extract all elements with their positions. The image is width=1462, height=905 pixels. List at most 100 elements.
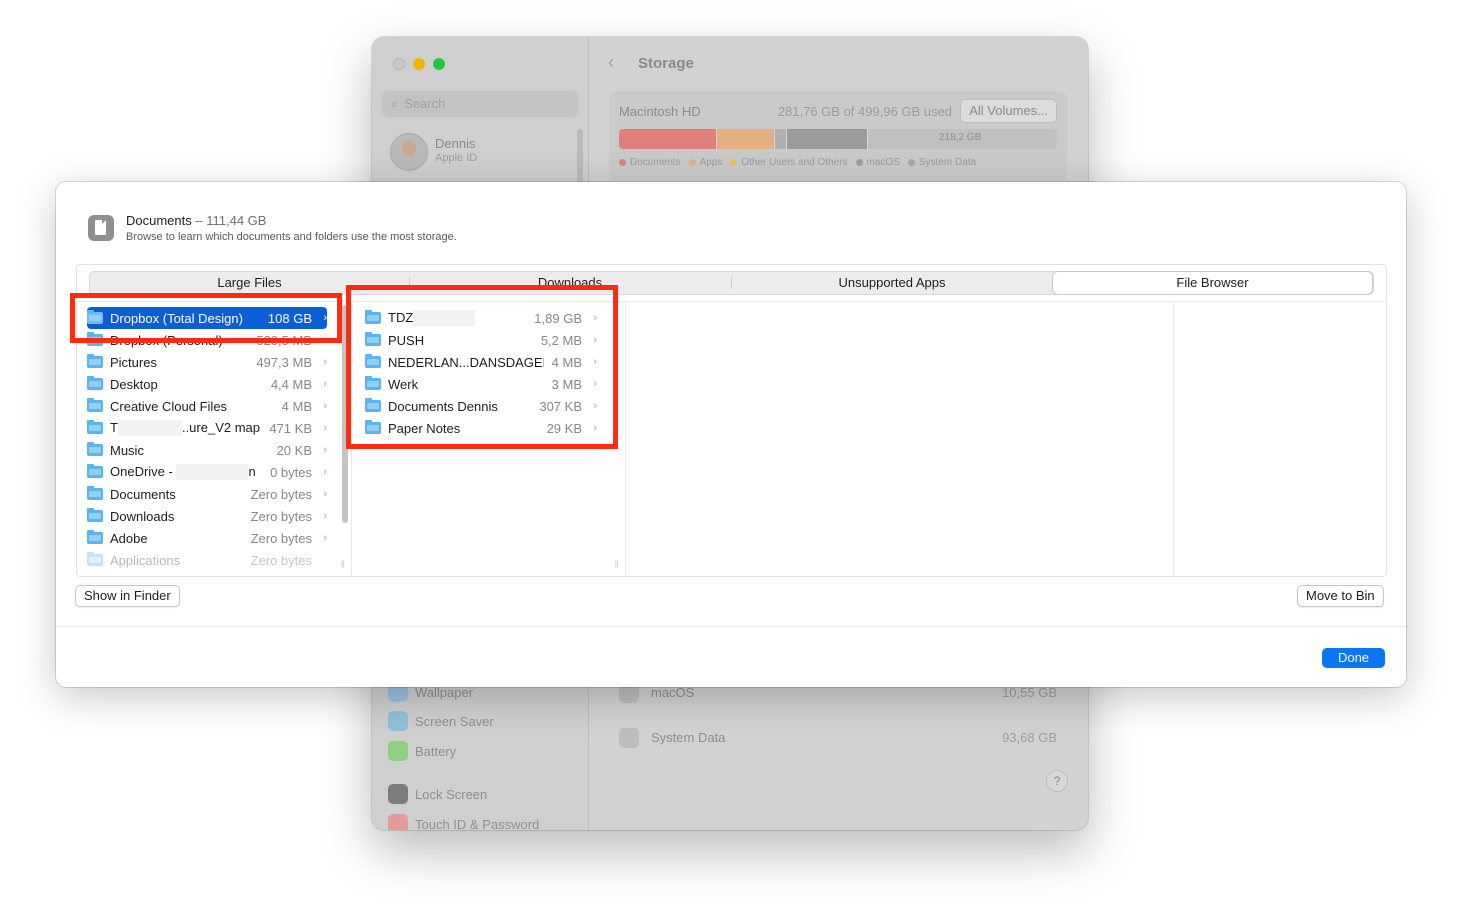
item-name: Dropbox (Total Design) [110,310,243,326]
list-item[interactable]: Desktop 4,4 MB › [87,373,327,395]
tab-unsupported-apps[interactable]: Unsupported Apps [732,272,1052,294]
item-size: 520,5 MB [256,332,312,348]
minimize-window-button[interactable] [413,58,425,70]
sidebar-item-label: Lock Screen [415,786,488,802]
item-name: Adobe [110,530,148,546]
item-name: T ..ure_V2 map [110,420,261,437]
zoom-window-button[interactable] [433,58,445,70]
item-name: OneDrive - n [110,464,262,481]
sidebar-item-battery[interactable]: Battery [388,740,456,762]
column-resize-handle[interactable]: || [341,561,345,571]
chevron-right-icon: › [323,400,327,412]
legend-label: Apps [699,157,723,168]
item-name: Documents [110,486,176,502]
search-placeholder: Search [404,96,446,111]
list-item[interactable]: Documents Zero bytes › [87,483,327,505]
disk-name: Macintosh HD [619,104,701,119]
back-chevron-icon[interactable]: ‹ [608,52,614,73]
sheet-subtitle: Browse to learn which documents and fold… [126,231,457,243]
dropbox-folder-icon [87,332,103,346]
pictures-folder-icon [87,354,103,368]
storage-row-name: System Data [651,730,726,745]
item-size: 497,3 MB [256,354,312,370]
item-size: 4 MB [281,398,312,414]
item-size: Zero bytes [250,486,312,502]
storage-legend: Documents Apps Other Users and Others macOS… [619,157,984,168]
list-item[interactable]: Downloads Zero bytes › [87,505,327,527]
creative-cloud-folder-icon [87,398,103,412]
search-icon: ⌕ [391,96,399,111]
desktop-folder-icon [87,376,103,390]
legend-item: macOS [855,157,900,168]
list-item[interactable]: Dropbox (Total Design) 108 GB › [87,307,327,329]
folder-icon [365,398,381,412]
tab-large-files[interactable]: Large Files [90,272,409,294]
list-item[interactable]: TDZ 1,89 GB › [365,307,597,329]
list-item[interactable]: Adobe Zero bytes › [87,527,327,549]
storage-row-size: 10,55 GB [1002,685,1057,700]
item-size: 4 MB [551,354,582,370]
battery-icon [388,741,408,761]
legend-dot-icon [855,158,863,166]
item-name: Downloads [110,508,175,524]
list-item[interactable]: Paper Notes 29 KB › [365,417,597,439]
chevron-right-icon: › [323,422,327,434]
item-name-prefix: TDZ [388,309,414,325]
help-button[interactable]: ? [1046,770,1068,792]
list-item[interactable]: Documents Dennis 307 KB › [365,395,597,417]
item-name: TDZ [388,310,526,327]
item-name-suffix: ..ure_V2 map [181,419,260,435]
legend-item: System Data [907,157,976,168]
dropbox-folder-icon [87,310,103,324]
all-volumes-button[interactable]: All Volumes... [960,99,1057,123]
list-item[interactable]: Werk 3 MB › [365,373,597,395]
show-in-finder-button[interactable]: Show in Finder [75,585,180,607]
storage-segment-documents [619,129,718,149]
list-item[interactable]: Music 20 KB › [87,439,327,461]
chevron-right-icon: › [323,488,327,500]
item-size: 0 bytes [270,464,312,480]
fingerprint-icon [388,814,408,830]
item-size: 29 KB [546,420,582,436]
column-1-scrollbar[interactable] [342,305,348,523]
item-size: 3 MB [551,376,582,392]
chevron-right-icon: › [323,510,327,522]
page-title: Storage [638,55,694,72]
user-name: Dennis [435,136,476,151]
close-window-button[interactable] [393,58,405,70]
storage-row-system-data[interactable]: System Data 93,68 GB [609,720,1067,756]
item-size: Zero bytes [250,508,312,524]
legend-label: Documents [630,157,681,168]
item-name: Werk [388,376,419,392]
sidebar-item-touch-id[interactable]: Touch ID & Password [388,813,539,830]
tab-bar: Large Files Downloads Unsupported Apps F… [89,271,1374,295]
list-item[interactable]: T ..ure_V2 map 471 KB › [87,417,327,439]
lock-icon [388,784,408,804]
avatar [390,133,428,171]
legend-label: Other Users and Others [741,157,848,168]
list-item[interactable]: OneDrive - n 0 bytes › [87,461,327,483]
chevron-right-icon: › [593,312,597,324]
list-item[interactable]: Pictures 497,3 MB › [87,351,327,373]
done-button[interactable]: Done [1322,648,1385,668]
sidebar-item-label: Touch ID & Password [415,816,540,831]
folder-icon [87,420,103,434]
chevron-right-icon: › [593,378,597,390]
item-size: Zero bytes [250,552,312,568]
list-item[interactable]: PUSH 5,2 MB › [365,329,597,351]
list-item[interactable]: Creative Cloud Files 4 MB › [87,395,327,417]
sidebar-item-lock-screen[interactable]: Lock Screen [388,783,487,805]
tab-file-browser[interactable]: File Browser [1053,272,1372,294]
storage-summary-card: Macintosh HD 281,76 GB of 499,96 GB used… [609,91,1067,181]
move-to-bin-button[interactable]: Move to Bin [1297,585,1384,607]
sidebar-search-field[interactable]: ⌕ Search [382,91,578,117]
legend-dot-icon [907,158,915,166]
sidebar-item-screen-saver[interactable]: Screen Saver [388,710,494,732]
item-name-suffix: n [248,463,256,479]
tab-downloads[interactable]: Downloads [410,272,730,294]
redaction [413,310,476,327]
sheet-title-label: Documents [126,213,192,228]
list-item[interactable]: NEDERLAN...DANSDAGEN 4 MB › [365,351,597,373]
list-item[interactable]: Dropbox (Personal) 520,5 MB › [87,329,327,351]
column-resize-handle[interactable]: || [615,561,619,571]
